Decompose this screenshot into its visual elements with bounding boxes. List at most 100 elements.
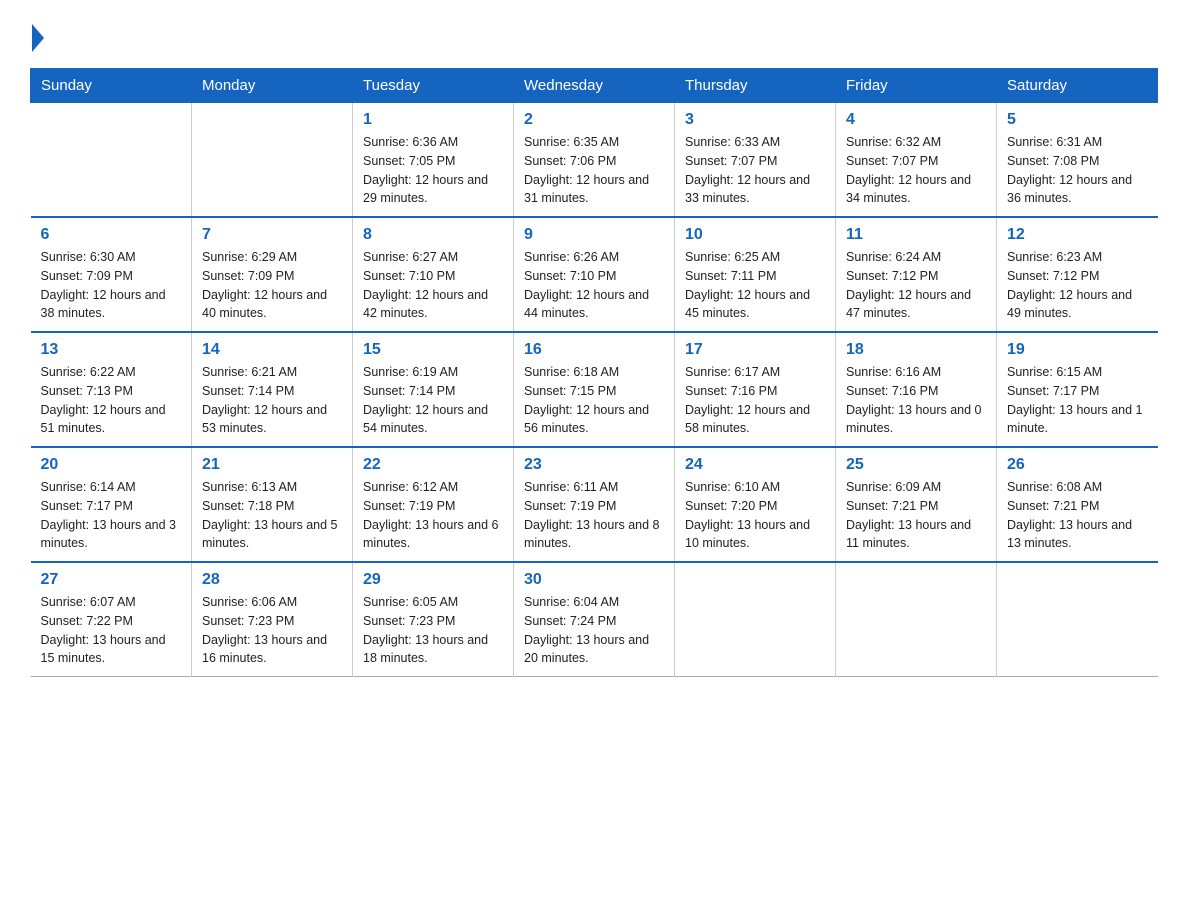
calendar-day-cell: 30Sunrise: 6:04 AMSunset: 7:24 PMDayligh… <box>514 562 675 677</box>
day-number: 29 <box>363 571 503 589</box>
day-number: 5 <box>1007 111 1148 129</box>
day-info: Sunrise: 6:05 AMSunset: 7:23 PMDaylight:… <box>363 593 503 668</box>
day-info: Sunrise: 6:19 AMSunset: 7:14 PMDaylight:… <box>363 363 503 438</box>
calendar-day-cell: 27 Sunrise: 6:07 AMSunset: 7:22 PMDayligh… <box>31 562 192 677</box>
calendar-day-cell: 19 Sunrise: 6:15 AMSunset: 7:17 PMDayligh… <box>997 332 1158 447</box>
calendar-day-cell: 23 Sunrise: 6:11 AMSunset: 7:19 PMDayligh… <box>514 447 675 562</box>
calendar-day-cell: 29 Sunrise: 6:05 AMSunset: 7:23 PMDayligh… <box>353 562 514 677</box>
day-number: 17 <box>685 341 825 359</box>
calendar-header-row: Sunday Monday Tuesday Wednesday Thursday… <box>31 69 1158 103</box>
day-number: 22 <box>363 456 503 474</box>
page-header <box>30 20 1158 52</box>
calendar-day-cell: 12Sunrise: 6:23 AMSunset: 7:12 PMDayligh… <box>997 217 1158 332</box>
calendar-day-cell: 18 Sunrise: 6:16 AMSunset: 7:16 PMDayligh… <box>836 332 997 447</box>
day-number: 28 <box>202 571 342 589</box>
day-info: Sunrise: 6:17 AMSunset: 7:16 PMDaylight:… <box>685 363 825 438</box>
day-info: Sunrise: 6:25 AMSunset: 7:11 PMDaylight:… <box>685 248 825 323</box>
day-number: 8 <box>363 226 503 244</box>
day-number: 6 <box>41 226 182 244</box>
day-number: 9 <box>524 226 664 244</box>
calendar-day-cell: 13Sunrise: 6:22 AMSunset: 7:13 PMDayligh… <box>31 332 192 447</box>
day-info: Sunrise: 6:27 AMSunset: 7:10 PMDaylight:… <box>363 248 503 323</box>
day-number: 14 <box>202 341 342 359</box>
calendar-day-cell: 6Sunrise: 6:30 AMSunset: 7:09 PMDaylight… <box>31 217 192 332</box>
day-info: Sunrise: 6:09 AMSunset: 7:21 PMDaylight:… <box>846 478 986 553</box>
calendar-table: Sunday Monday Tuesday Wednesday Thursday… <box>30 68 1158 677</box>
day-info: Sunrise: 6:13 AMSunset: 7:18 PMDaylight:… <box>202 478 342 553</box>
calendar-week-row: 6Sunrise: 6:30 AMSunset: 7:09 PMDaylight… <box>31 217 1158 332</box>
calendar-day-cell: 9Sunrise: 6:26 AMSunset: 7:10 PMDaylight… <box>514 217 675 332</box>
calendar-day-cell: 17 Sunrise: 6:17 AMSunset: 7:16 PMDayligh… <box>675 332 836 447</box>
calendar-day-cell: 26Sunrise: 6:08 AMSunset: 7:21 PMDayligh… <box>997 447 1158 562</box>
day-number: 4 <box>846 111 986 129</box>
calendar-day-cell <box>675 562 836 677</box>
day-number: 16 <box>524 341 664 359</box>
calendar-day-cell: 20 Sunrise: 6:14 AMSunset: 7:17 PMDayligh… <box>31 447 192 562</box>
header-friday: Friday <box>836 69 997 103</box>
day-info: Sunrise: 6:36 AMSunset: 7:05 PMDaylight:… <box>363 133 503 208</box>
logo <box>30 20 44 52</box>
calendar-day-cell: 15 Sunrise: 6:19 AMSunset: 7:14 PMDayligh… <box>353 332 514 447</box>
calendar-day-cell: 4 Sunrise: 6:32 AMSunset: 7:07 PMDaylight… <box>836 103 997 218</box>
header-tuesday: Tuesday <box>353 69 514 103</box>
day-info: Sunrise: 6:11 AMSunset: 7:19 PMDaylight:… <box>524 478 664 553</box>
day-info: Sunrise: 6:07 AMSunset: 7:22 PMDaylight:… <box>41 593 182 668</box>
calendar-day-cell: 5 Sunrise: 6:31 AMSunset: 7:08 PMDaylight… <box>997 103 1158 218</box>
day-info: Sunrise: 6:32 AMSunset: 7:07 PMDaylight:… <box>846 133 986 208</box>
header-sunday: Sunday <box>31 69 192 103</box>
header-monday: Monday <box>192 69 353 103</box>
calendar-day-cell: 21 Sunrise: 6:13 AMSunset: 7:18 PMDayligh… <box>192 447 353 562</box>
day-info: Sunrise: 6:33 AMSunset: 7:07 PMDaylight:… <box>685 133 825 208</box>
calendar-week-row: 13Sunrise: 6:22 AMSunset: 7:13 PMDayligh… <box>31 332 1158 447</box>
day-info: Sunrise: 6:24 AMSunset: 7:12 PMDaylight:… <box>846 248 986 323</box>
day-number: 24 <box>685 456 825 474</box>
calendar-day-cell <box>31 103 192 218</box>
header-thursday: Thursday <box>675 69 836 103</box>
day-info: Sunrise: 6:04 AMSunset: 7:24 PMDaylight:… <box>524 593 664 668</box>
day-number: 27 <box>41 571 182 589</box>
day-number: 3 <box>685 111 825 129</box>
calendar-week-row: 20 Sunrise: 6:14 AMSunset: 7:17 PMDayligh… <box>31 447 1158 562</box>
header-saturday: Saturday <box>997 69 1158 103</box>
calendar-day-cell: 10 Sunrise: 6:25 AMSunset: 7:11 PMDayligh… <box>675 217 836 332</box>
day-number: 1 <box>363 111 503 129</box>
day-info: Sunrise: 6:08 AMSunset: 7:21 PMDaylight:… <box>1007 478 1148 553</box>
calendar-day-cell: 8 Sunrise: 6:27 AMSunset: 7:10 PMDaylight… <box>353 217 514 332</box>
day-number: 25 <box>846 456 986 474</box>
day-info: Sunrise: 6:12 AMSunset: 7:19 PMDaylight:… <box>363 478 503 553</box>
calendar-day-cell: 22 Sunrise: 6:12 AMSunset: 7:19 PMDayligh… <box>353 447 514 562</box>
calendar-day-cell: 14 Sunrise: 6:21 AMSunset: 7:14 PMDayligh… <box>192 332 353 447</box>
day-info: Sunrise: 6:15 AMSunset: 7:17 PMDaylight:… <box>1007 363 1148 438</box>
calendar-day-cell: 1 Sunrise: 6:36 AMSunset: 7:05 PMDaylight… <box>353 103 514 218</box>
day-number: 2 <box>524 111 664 129</box>
day-number: 18 <box>846 341 986 359</box>
day-number: 20 <box>41 456 182 474</box>
day-info: Sunrise: 6:21 AMSunset: 7:14 PMDaylight:… <box>202 363 342 438</box>
day-number: 11 <box>846 226 986 244</box>
calendar-day-cell: 2 Sunrise: 6:35 AMSunset: 7:06 PMDaylight… <box>514 103 675 218</box>
calendar-day-cell: 24 Sunrise: 6:10 AMSunset: 7:20 PMDayligh… <box>675 447 836 562</box>
logo-arrow-icon <box>32 24 44 52</box>
calendar-day-cell <box>997 562 1158 677</box>
day-info: Sunrise: 6:35 AMSunset: 7:06 PMDaylight:… <box>524 133 664 208</box>
day-info: Sunrise: 6:10 AMSunset: 7:20 PMDaylight:… <box>685 478 825 553</box>
day-number: 13 <box>41 341 182 359</box>
day-number: 12 <box>1007 226 1148 244</box>
calendar-day-cell <box>192 103 353 218</box>
day-info: Sunrise: 6:16 AMSunset: 7:16 PMDaylight:… <box>846 363 986 438</box>
calendar-day-cell <box>836 562 997 677</box>
day-number: 19 <box>1007 341 1148 359</box>
day-info: Sunrise: 6:18 AMSunset: 7:15 PMDaylight:… <box>524 363 664 438</box>
calendar-week-row: 1 Sunrise: 6:36 AMSunset: 7:05 PMDaylight… <box>31 103 1158 218</box>
day-number: 23 <box>524 456 664 474</box>
day-number: 21 <box>202 456 342 474</box>
calendar-day-cell: 28 Sunrise: 6:06 AMSunset: 7:23 PMDayligh… <box>192 562 353 677</box>
day-number: 10 <box>685 226 825 244</box>
day-info: Sunrise: 6:31 AMSunset: 7:08 PMDaylight:… <box>1007 133 1148 208</box>
day-info: Sunrise: 6:29 AMSunset: 7:09 PMDaylight:… <box>202 248 342 323</box>
day-info: Sunrise: 6:14 AMSunset: 7:17 PMDaylight:… <box>41 478 182 553</box>
calendar-day-cell: 7Sunrise: 6:29 AMSunset: 7:09 PMDaylight… <box>192 217 353 332</box>
day-info: Sunrise: 6:06 AMSunset: 7:23 PMDaylight:… <box>202 593 342 668</box>
header-wednesday: Wednesday <box>514 69 675 103</box>
day-number: 15 <box>363 341 503 359</box>
